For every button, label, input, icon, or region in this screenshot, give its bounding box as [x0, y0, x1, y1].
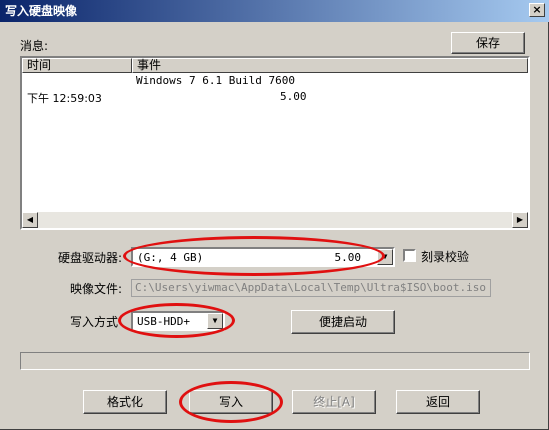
message-list[interactable]: 时间 事件 Windows 7 6.1 Build 7600 下午 12:59:… [20, 56, 530, 230]
row-1-event: Windows 7 6.1 Build 7600 [136, 74, 295, 87]
image-file-label: 映像文件: [70, 282, 123, 296]
write-method-value: USB-HDD+ [137, 315, 190, 328]
write-progress-bar [20, 352, 530, 370]
column-header-event[interactable]: 事件 [132, 58, 528, 73]
arrow-left-icon: ◀ [26, 215, 34, 224]
title-bar[interactable]: 写入硬盘映像 × [0, 0, 549, 22]
verify-label: 刻录校验 [421, 250, 470, 264]
drive-size-value: 5.00 [334, 251, 362, 264]
row-2-time: 下午 12:59:03 [27, 92, 102, 105]
image-file-field[interactable]: C:\Users\yiwmac\AppData\Local\Temp\Ultra… [131, 279, 491, 297]
write-method-dropdown-button[interactable]: ▼ [207, 313, 223, 329]
write-method-select[interactable]: USB-HDD+ ▼ [131, 311, 225, 331]
chevron-down-icon: ▼ [382, 252, 388, 261]
arrow-right-icon: ▶ [516, 215, 524, 224]
messages-label: 消息: [20, 39, 49, 53]
drive-label: 硬盘驱动器: [58, 251, 123, 265]
column-header-time[interactable]: 时间 [22, 58, 132, 73]
drive-dropdown-button[interactable]: ▼ [377, 249, 393, 265]
scroll-right-button[interactable]: ▶ [512, 212, 528, 228]
stop-button[interactable]: 终止[A] [292, 390, 376, 414]
write-disk-image-dialog: 写入硬盘映像 × 消息: 保存 时间 事件 Windows 7 6.1 Buil… [0, 0, 549, 430]
verify-checkbox[interactable] [403, 249, 416, 262]
quick-boot-button[interactable]: 便捷启动 [291, 310, 395, 334]
chevron-down-icon: ▼ [212, 316, 218, 325]
write-button[interactable]: 写入 [189, 390, 273, 414]
close-button[interactable]: × [529, 3, 545, 17]
scroll-left-button[interactable]: ◀ [22, 212, 38, 228]
write-method-label: 写入方式 [70, 315, 119, 329]
horizontal-scrollbar[interactable]: ◀ ▶ [22, 212, 528, 228]
drive-select[interactable]: (G:, 4 GB) 5.00 ▼ [131, 247, 395, 267]
drive-selected-value: (G:, 4 GB) [137, 251, 204, 264]
window-title: 写入硬盘映像 [5, 4, 78, 18]
close-icon: × [532, 3, 542, 16]
format-button[interactable]: 格式化 [83, 390, 167, 414]
save-button[interactable]: 保存 [451, 32, 525, 54]
row-2-event: 5.00 [280, 90, 307, 103]
back-button[interactable]: 返回 [396, 390, 480, 414]
